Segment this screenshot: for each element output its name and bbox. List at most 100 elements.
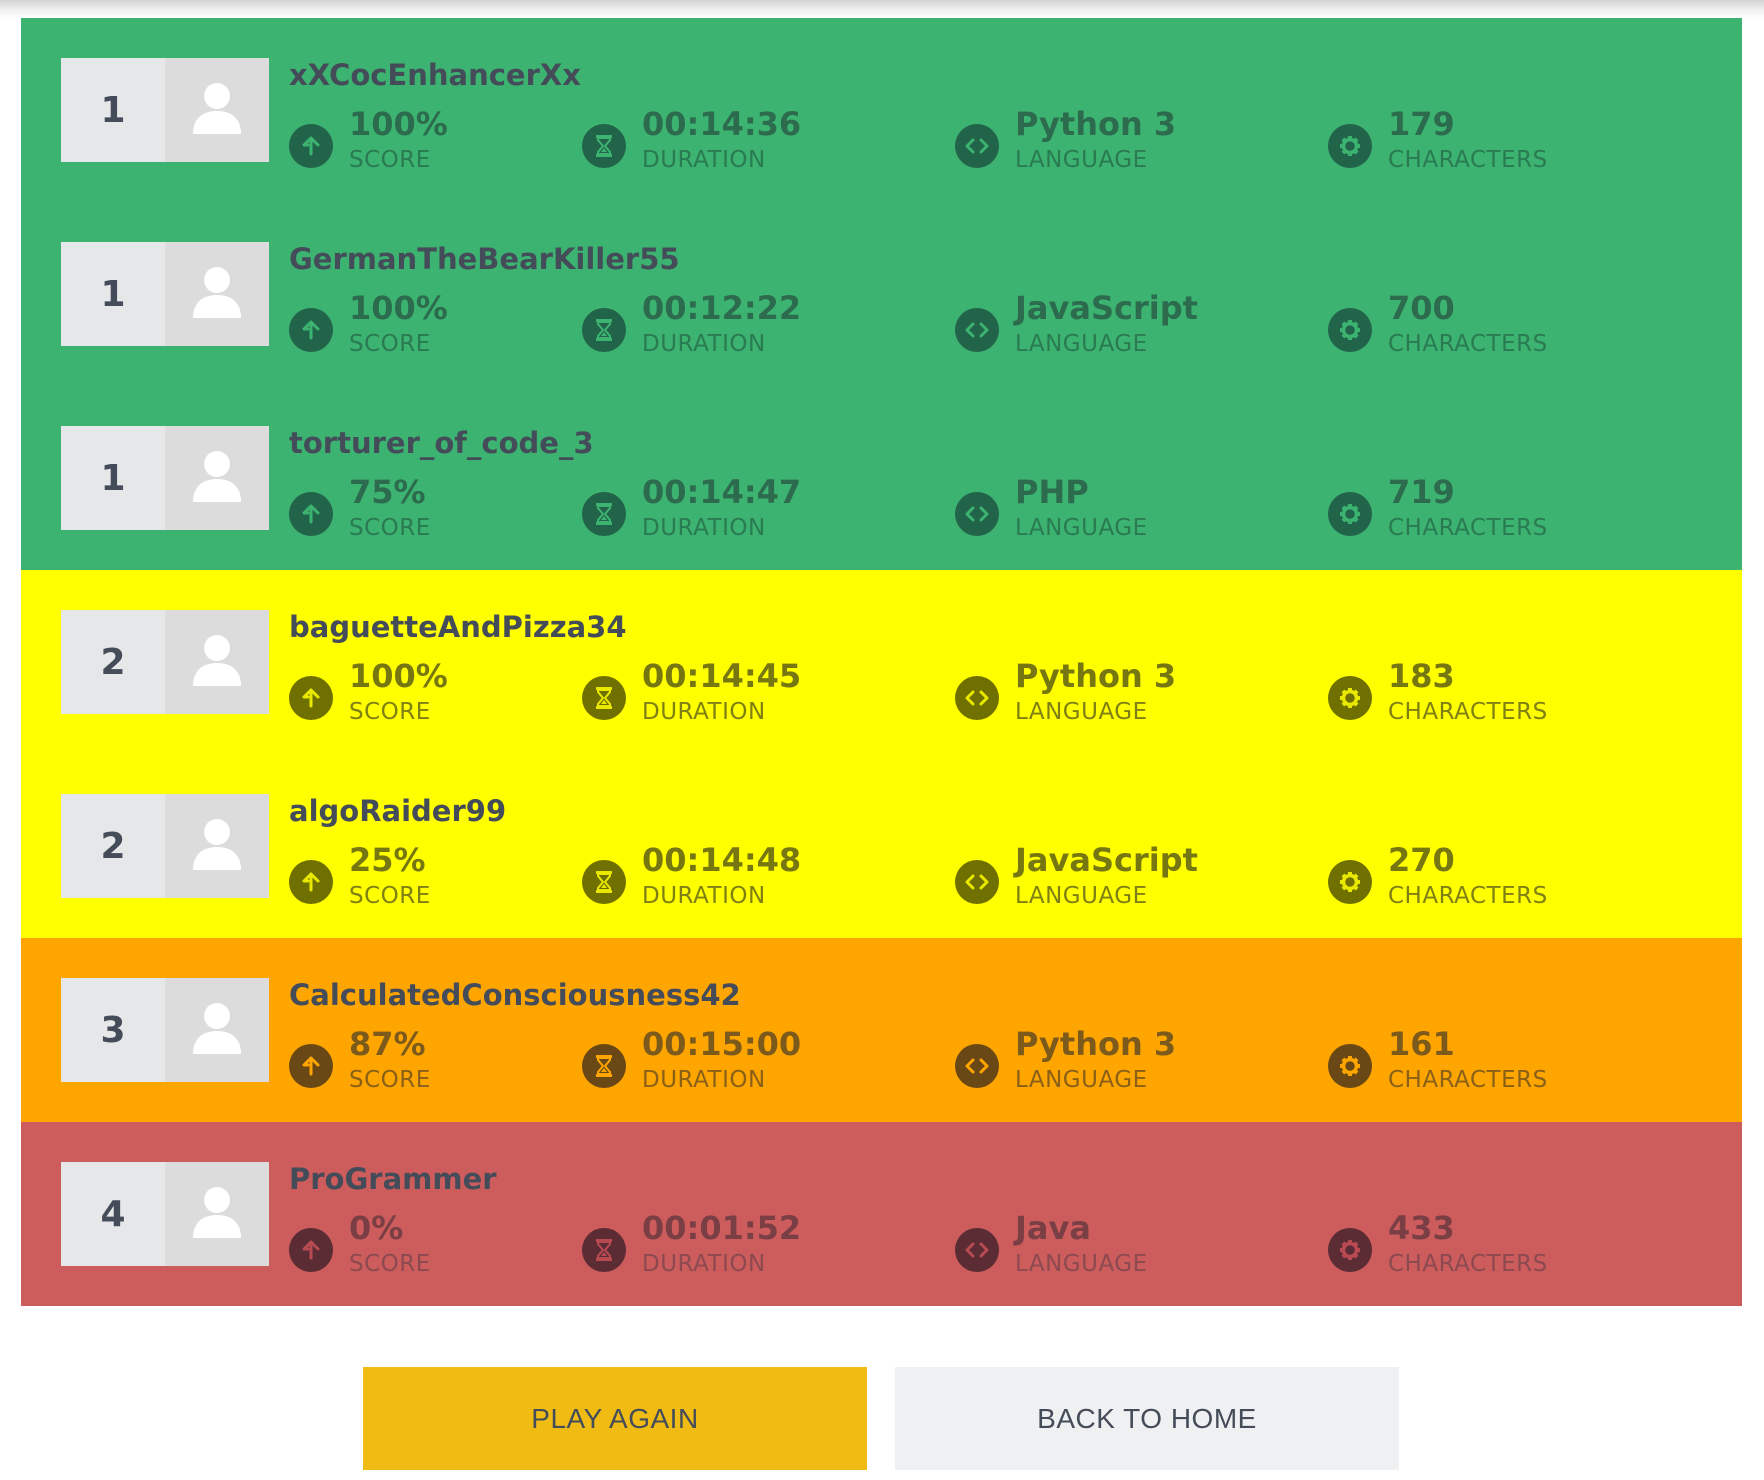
avatar — [165, 1162, 269, 1266]
stat-duration: 00:01:52 DURATION — [582, 1208, 902, 1277]
player-name[interactable]: CalculatedConsciousness42 — [289, 978, 741, 1012]
characters-label: CHARACTERS — [1388, 1251, 1548, 1277]
score-label: SCORE — [349, 331, 431, 357]
stat-duration: 00:12:22 DURATION — [582, 288, 902, 357]
stat-score: 0% SCORE — [289, 1208, 609, 1277]
characters-value: 183 — [1388, 657, 1455, 695]
player-name[interactable]: GermanTheBearKiller55 — [289, 242, 680, 276]
stat-characters: 161 CHARACTERS — [1328, 1024, 1648, 1093]
score-label: SCORE — [349, 1067, 431, 1093]
stat-score: 100% SCORE — [289, 104, 609, 173]
avatar — [165, 58, 269, 162]
gear-icon — [1328, 124, 1372, 168]
characters-label: CHARACTERS — [1388, 1067, 1548, 1093]
duration-value: 00:01:52 — [642, 1209, 802, 1247]
avatar — [165, 242, 269, 346]
score-label: SCORE — [349, 515, 431, 541]
score-value: 100% — [349, 289, 448, 327]
characters-label: CHARACTERS — [1388, 331, 1548, 357]
hourglass-icon — [582, 124, 626, 168]
rank-badge: 3 — [61, 978, 165, 1082]
player-name[interactable]: torturer_of_code_3 — [289, 426, 594, 460]
characters-value: 719 — [1388, 473, 1455, 511]
player-name[interactable]: algoRaider99 — [289, 794, 506, 828]
player-name[interactable]: baguetteAndPizza34 — [289, 610, 627, 644]
leaderboard-row: 4 ProGrammer 0% SCORE 00:01:52 DURATION Java LA… — [21, 1122, 1742, 1306]
stat-score: 25% SCORE — [289, 840, 609, 909]
code-brackets-icon — [955, 308, 999, 352]
stat-characters: 719 CHARACTERS — [1328, 472, 1648, 541]
action-bar: PLAY AGAIN BACK TO HOME — [0, 1367, 1764, 1470]
language-label: LANGUAGE — [1015, 883, 1148, 909]
score-value: 75% — [349, 473, 426, 511]
top-shadow — [0, 0, 1764, 18]
stat-score: 100% SCORE — [289, 656, 609, 725]
stat-characters: 179 CHARACTERS — [1328, 104, 1648, 173]
language-value: Java — [1015, 1209, 1091, 1247]
stat-score: 100% SCORE — [289, 288, 609, 357]
arrow-up-circle-icon — [289, 676, 333, 720]
stat-score: 75% SCORE — [289, 472, 609, 541]
play-again-button[interactable]: PLAY AGAIN — [363, 1367, 867, 1470]
duration-value: 00:14:45 — [642, 657, 802, 695]
duration-value: 00:14:36 — [642, 105, 802, 143]
language-value: Python 3 — [1015, 105, 1177, 143]
hourglass-icon — [582, 1228, 626, 1272]
arrow-up-circle-icon — [289, 124, 333, 168]
rank-badge: 2 — [61, 610, 165, 714]
characters-label: CHARACTERS — [1388, 515, 1548, 541]
language-label: LANGUAGE — [1015, 147, 1148, 173]
language-value: Python 3 — [1015, 1025, 1177, 1063]
arrow-up-circle-icon — [289, 308, 333, 352]
language-value: Python 3 — [1015, 657, 1177, 695]
arrow-up-circle-icon — [289, 1044, 333, 1088]
code-brackets-icon — [955, 676, 999, 720]
arrow-up-circle-icon — [289, 860, 333, 904]
characters-label: CHARACTERS — [1388, 699, 1548, 725]
stat-score: 87% SCORE — [289, 1024, 609, 1093]
duration-value: 00:12:22 — [642, 289, 802, 327]
duration-label: DURATION — [642, 883, 766, 909]
characters-value: 433 — [1388, 1209, 1455, 1247]
duration-label: DURATION — [642, 515, 766, 541]
gear-icon — [1328, 860, 1372, 904]
stat-duration: 00:14:48 DURATION — [582, 840, 902, 909]
avatar — [165, 978, 269, 1082]
language-label: LANGUAGE — [1015, 699, 1148, 725]
back-to-home-button[interactable]: BACK TO HOME — [895, 1367, 1399, 1470]
hourglass-icon — [582, 860, 626, 904]
characters-label: CHARACTERS — [1388, 883, 1548, 909]
user-silhouette-icon — [191, 1000, 243, 1060]
stat-characters: 700 CHARACTERS — [1328, 288, 1648, 357]
code-brackets-icon — [955, 860, 999, 904]
stat-characters: 183 CHARACTERS — [1328, 656, 1648, 725]
player-name[interactable]: xXCocEnhancerXx — [289, 58, 581, 92]
user-silhouette-icon — [191, 80, 243, 140]
player-name[interactable]: ProGrammer — [289, 1162, 497, 1196]
hourglass-icon — [582, 1044, 626, 1088]
gear-icon — [1328, 676, 1372, 720]
leaderboard-row: 2 baguetteAndPizza34 100% SCORE 00:14:45 DURA… — [21, 570, 1742, 754]
characters-label: CHARACTERS — [1388, 147, 1548, 173]
gear-icon — [1328, 1228, 1372, 1272]
avatar — [165, 794, 269, 898]
hourglass-icon — [582, 676, 626, 720]
rank-badge: 2 — [61, 794, 165, 898]
stat-characters: 270 CHARACTERS — [1328, 840, 1648, 909]
rank-badge: 1 — [61, 426, 165, 530]
arrow-up-circle-icon — [289, 1228, 333, 1272]
user-silhouette-icon — [191, 448, 243, 508]
duration-value: 00:14:47 — [642, 473, 802, 511]
avatar — [165, 426, 269, 530]
characters-value: 270 — [1388, 841, 1455, 879]
characters-value: 161 — [1388, 1025, 1455, 1063]
stat-language: JavaScript LANGUAGE — [955, 288, 1275, 357]
score-value: 25% — [349, 841, 426, 879]
duration-label: DURATION — [642, 1067, 766, 1093]
language-label: LANGUAGE — [1015, 1251, 1148, 1277]
stat-language: Python 3 LANGUAGE — [955, 104, 1275, 173]
stat-duration: 00:14:45 DURATION — [582, 656, 902, 725]
duration-label: DURATION — [642, 331, 766, 357]
user-silhouette-icon — [191, 816, 243, 876]
leaderboard: 1 xXCocEnhancerXx 100% SCORE 00:14:36 DURATIO… — [21, 18, 1742, 1306]
